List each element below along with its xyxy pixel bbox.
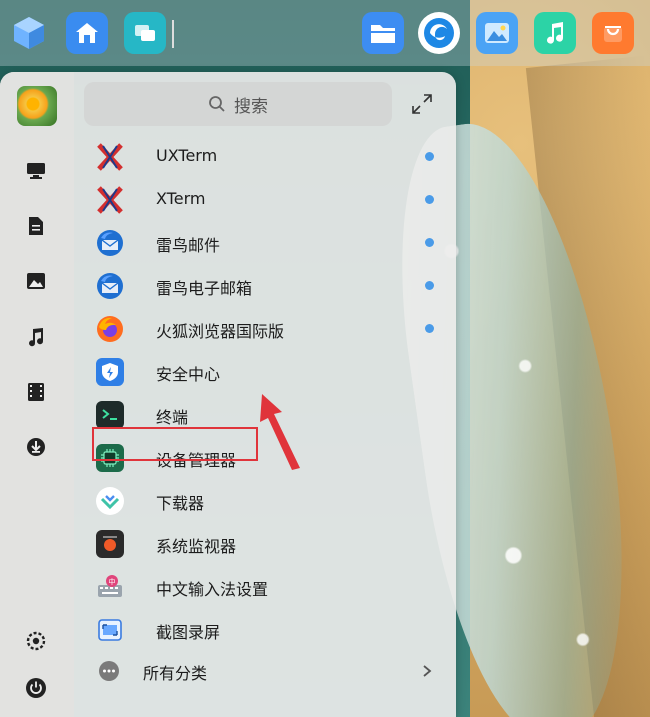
security-shield-icon (96, 358, 124, 386)
more-dots-icon (99, 661, 119, 681)
taskbar (0, 0, 650, 66)
new-app-dot (425, 152, 434, 161)
xterm-icon (96, 186, 124, 214)
app-label: 截图录屏 (156, 623, 221, 642)
app-item-thunderbird-mail[interactable]: 雷鸟邮件 (92, 225, 444, 261)
app-label: 火狐浏览器国际版 (156, 322, 285, 341)
annotation-arrow-icon (260, 394, 300, 470)
app-item-firefox[interactable]: 火狐浏览器国际版 (92, 311, 444, 347)
app-item-thunderbird-email[interactable]: 雷鸟电子邮箱 (92, 268, 444, 304)
taskbar-divider (172, 20, 174, 48)
video-icon[interactable] (23, 379, 49, 405)
app-label: UXTerm (156, 146, 218, 165)
all-categories-button[interactable]: 所有分类 (96, 655, 440, 687)
power-icon[interactable] (23, 675, 49, 701)
app-item-downloader[interactable]: 下载器 (92, 483, 444, 519)
new-app-dot (425, 195, 434, 204)
svg-text:中: 中 (109, 577, 116, 586)
app-label: 中文输入法设置 (156, 580, 269, 599)
document-icon[interactable] (23, 213, 49, 239)
file-manager-icon[interactable] (362, 12, 404, 54)
settings-gear-icon[interactable] (23, 628, 49, 654)
app-label: 雷鸟电子邮箱 (156, 279, 253, 298)
app-label: XTerm (156, 189, 206, 208)
computer-icon[interactable] (23, 158, 49, 184)
app-label: 系统监视器 (156, 537, 237, 556)
image-viewer-icon[interactable] (476, 12, 518, 54)
download-icon[interactable] (23, 434, 49, 460)
multitask-view-icon[interactable] (124, 12, 166, 54)
input-method-icon: 中 (96, 573, 124, 601)
app-label: 安全中心 (156, 365, 221, 384)
app-store-icon[interactable] (592, 12, 634, 54)
search-icon (209, 96, 225, 112)
launcher-cube-icon[interactable] (8, 12, 50, 54)
screenshot-icon (96, 616, 124, 644)
search-placeholder: 搜索 (234, 96, 268, 117)
music-note-icon[interactable] (23, 324, 49, 350)
downloader-icon (96, 487, 124, 515)
thunderbird-icon (96, 272, 124, 300)
new-app-dot (425, 324, 434, 333)
thunderbird-icon (96, 229, 124, 257)
app-label: 下载器 (156, 494, 205, 513)
firefox-icon (96, 315, 124, 343)
app-item-security-center[interactable]: 安全中心 (92, 354, 444, 390)
home-icon[interactable] (66, 12, 108, 54)
image-icon[interactable] (23, 268, 49, 294)
all-categories-label: 所有分类 (143, 664, 208, 683)
browser-icon[interactable] (418, 12, 460, 54)
search-input[interactable]: 搜索 (84, 82, 392, 126)
app-label: 终端 (156, 408, 189, 427)
user-avatar[interactable] (17, 86, 57, 126)
app-label: 雷鸟邮件 (156, 236, 221, 255)
app-item-screenshot-recorder[interactable]: 截图录屏 (92, 612, 444, 648)
system-monitor-icon (96, 530, 124, 558)
new-app-dot (425, 281, 434, 290)
app-item-xterm[interactable]: XTerm (92, 182, 444, 218)
category-sidebar (0, 72, 74, 717)
highlight-box (92, 427, 258, 461)
new-app-dot (425, 238, 434, 247)
chevron-right-icon (423, 665, 432, 677)
terminal-icon (96, 401, 124, 429)
app-item-input-method-settings[interactable]: 中 中文输入法设置 (92, 569, 444, 605)
app-item-uxterm[interactable]: UXTerm (92, 139, 444, 175)
xterm-icon (96, 143, 124, 171)
app-item-system-monitor[interactable]: 系统监视器 (92, 526, 444, 562)
fullscreen-expand-icon[interactable] (410, 92, 434, 116)
music-icon[interactable] (534, 12, 576, 54)
start-menu-panel: 搜索 UXTerm XTerm 雷鸟邮件 雷鸟电子邮箱 火狐浏览器国际版 安全中… (0, 72, 456, 717)
